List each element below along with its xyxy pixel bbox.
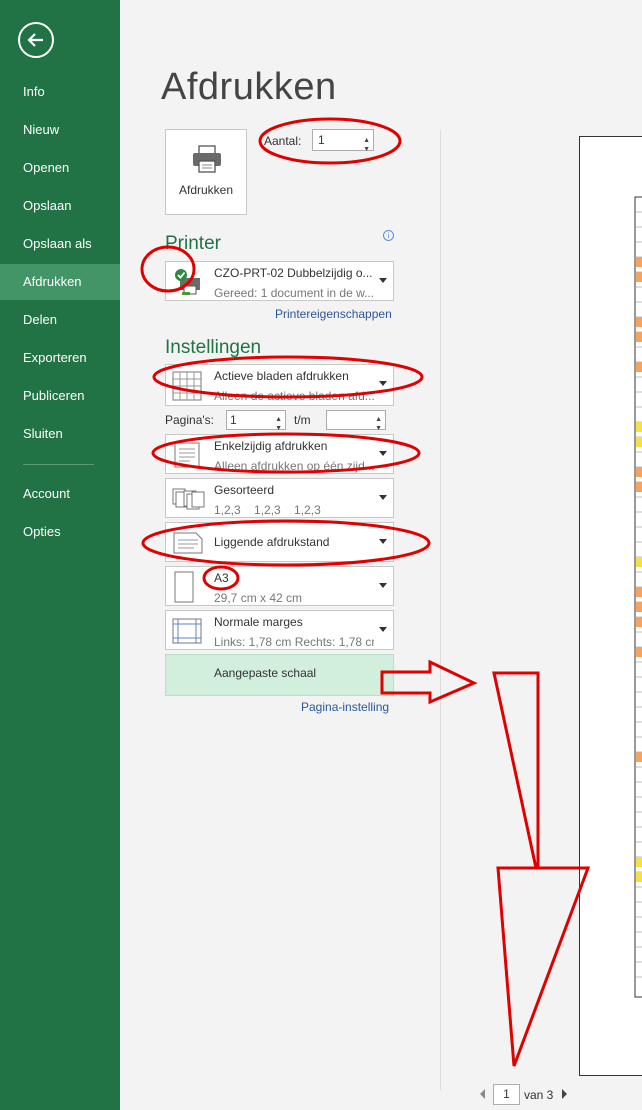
copies-input[interactable]: 1 ▲ ▼ bbox=[312, 129, 374, 153]
chevron-down-icon bbox=[379, 583, 387, 588]
print-what-dropdown[interactable]: Actieve bladen afdrukken Alleen de actie… bbox=[165, 364, 394, 406]
nav-share[interactable]: Delen bbox=[0, 302, 120, 338]
chevron-down-icon bbox=[379, 451, 387, 456]
printer-status: Gereed: 1 document in de w... bbox=[214, 286, 374, 300]
chevron-down-icon bbox=[379, 495, 387, 500]
sides-dropdown[interactable]: Enkelzijdig afdrukken Alleen afdrukken o… bbox=[165, 434, 394, 474]
chevron-down-icon bbox=[379, 539, 387, 544]
printer-properties-link[interactable]: Printereigenschappen bbox=[275, 307, 392, 321]
printer-ready-icon bbox=[175, 269, 200, 295]
orientation-dropdown[interactable]: Liggende afdrukstand bbox=[165, 522, 394, 562]
annotation-arrow-right bbox=[380, 659, 478, 705]
page-title: Afdrukken bbox=[161, 66, 337, 108]
paper-size-title: A3 bbox=[214, 571, 229, 585]
printer-name: CZO-PRT-02 Dubbelzijdig o... bbox=[214, 266, 373, 280]
collated-icon bbox=[172, 488, 205, 510]
chevron-down-icon bbox=[379, 278, 387, 283]
sides-title: Enkelzijdig afdrukken bbox=[214, 439, 328, 453]
pages-label: Pagina's: bbox=[165, 413, 214, 427]
margins-dropdown[interactable]: Normale marges Links: 1,78 cm Rechts: 1,… bbox=[165, 610, 394, 650]
arrow-left-icon bbox=[27, 33, 43, 47]
margins-subtitle: Links: 1,78 cm Rechts: 1,78 cm bbox=[214, 635, 374, 649]
sides-subtitle: Alleen afdrukken op één zijd... bbox=[214, 459, 374, 473]
margins-title: Normale marges bbox=[214, 615, 303, 629]
nav-divider bbox=[23, 464, 94, 465]
nav-save[interactable]: Opslaan bbox=[0, 188, 120, 224]
nav-account[interactable]: Account bbox=[0, 476, 120, 512]
pages-to-label: t/m bbox=[294, 413, 311, 427]
spin-down-icon[interactable]: ▼ bbox=[363, 140, 370, 160]
preview-content bbox=[634, 196, 642, 998]
settings-heading: Instellingen bbox=[165, 337, 262, 358]
next-page-icon[interactable] bbox=[562, 1089, 567, 1099]
print-button-label: Afdrukken bbox=[178, 183, 234, 197]
single-sided-icon bbox=[174, 442, 200, 468]
collate-dropdown[interactable]: Gesorteerd 1,2,3 1,2,3 1,2,3 bbox=[165, 478, 394, 518]
orientation-title: Liggende afdrukstand bbox=[214, 535, 330, 549]
paper-size-subtitle: 29,7 cm x 42 cm bbox=[214, 591, 303, 605]
print-preview-page bbox=[579, 136, 642, 1076]
nav-options[interactable]: Opties bbox=[0, 514, 120, 550]
copies-value: 1 bbox=[318, 133, 325, 147]
print-what-title: Actieve bladen afdrukken bbox=[214, 369, 349, 383]
page-setup-link[interactable]: Pagina-instelling bbox=[301, 700, 389, 714]
pages-from-value: 1 bbox=[230, 413, 237, 427]
copies-label: Aantal: bbox=[264, 134, 302, 148]
paper-size-icon bbox=[174, 571, 194, 603]
previous-page-icon[interactable] bbox=[480, 1089, 485, 1099]
nav-open[interactable]: Openen bbox=[0, 150, 120, 186]
nav-export[interactable]: Exporteren bbox=[0, 340, 120, 376]
back-button[interactable] bbox=[18, 22, 54, 58]
nav-publish[interactable]: Publiceren bbox=[0, 378, 120, 414]
backstage-sidebar: Info Nieuw Openen Opslaan Opslaan als Af… bbox=[0, 0, 120, 1110]
nav-print[interactable]: Afdrukken bbox=[0, 264, 120, 300]
printer-icon bbox=[193, 145, 221, 173]
scaling-dropdown[interactable]: Aangepaste schaal bbox=[165, 654, 394, 696]
annotation-arrow-down bbox=[492, 671, 591, 1067]
printer-dropdown[interactable]: CZO-PRT-02 Dubbelzijdig o... Gereed: 1 d… bbox=[165, 261, 394, 301]
page-total: van 3 bbox=[524, 1088, 554, 1102]
landscape-icon bbox=[173, 532, 203, 554]
paper-size-dropdown[interactable]: A3 29,7 cm x 42 cm bbox=[165, 566, 394, 606]
print-button[interactable]: Afdrukken bbox=[165, 129, 247, 215]
scaling-title: Aangepaste schaal bbox=[214, 666, 317, 680]
nav-info[interactable]: Info bbox=[0, 74, 120, 110]
panel-divider bbox=[440, 130, 441, 1090]
page-number-input[interactable]: 1 bbox=[493, 1084, 520, 1105]
nav-new[interactable]: Nieuw bbox=[0, 112, 120, 148]
collate-title: Gesorteerd bbox=[214, 483, 275, 497]
nav-close[interactable]: Sluiten bbox=[0, 416, 120, 452]
margins-icon bbox=[172, 618, 202, 644]
printer-heading: Printer bbox=[165, 233, 221, 254]
chevron-down-icon bbox=[379, 627, 387, 632]
sheet-grid-icon bbox=[172, 371, 202, 401]
pages-to-input[interactable]: ▲ ▼ bbox=[326, 410, 386, 432]
print-what-subtitle: Alleen de actieve bladen afd... bbox=[214, 389, 374, 403]
nav-save-as[interactable]: Opslaan als bbox=[0, 226, 120, 262]
chevron-down-icon bbox=[379, 381, 387, 386]
info-icon[interactable]: i bbox=[383, 230, 394, 241]
collate-subtitle: 1,2,3 1,2,3 1,2,3 bbox=[214, 503, 321, 517]
pages-from-input[interactable]: 1 ▲ ▼ bbox=[226, 410, 286, 432]
